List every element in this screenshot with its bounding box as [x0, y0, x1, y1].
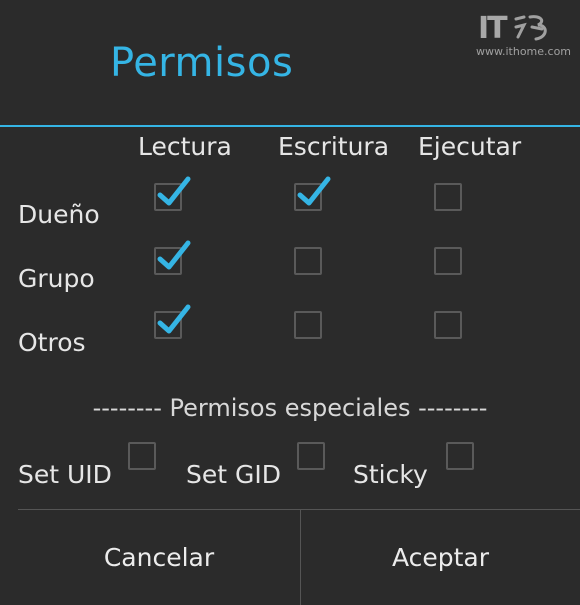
checkbox-group-execute[interactable] [434, 247, 462, 275]
special-label-setgid: Set GID [186, 460, 281, 489]
special-label-setuid: Set UID [18, 460, 112, 489]
row-label-grupo: Grupo [18, 264, 95, 293]
checkbox-others-execute[interactable] [434, 311, 462, 339]
title-divider [0, 125, 580, 127]
checkbox-setuid[interactable] [128, 442, 156, 470]
column-header-lectura: Lectura [138, 132, 232, 161]
checkmark-icon [157, 304, 191, 334]
ithome-mascot-icon [514, 15, 547, 41]
checkbox-owner-execute[interactable] [434, 183, 462, 211]
watermark: IT www.ithome.com [474, 10, 574, 64]
checkbox-group-read[interactable] [154, 240, 191, 275]
ithome-logo: IT [478, 10, 554, 46]
checkbox-others-write[interactable] [294, 311, 322, 339]
accept-button[interactable]: Aceptar [301, 510, 580, 605]
checkbox-group-write[interactable] [294, 247, 322, 275]
special-permissions-header: -------- Permisos especiales -------- [92, 394, 488, 422]
checkmark-icon [157, 240, 191, 270]
watermark-url: www.ithome.com [476, 45, 572, 58]
checkbox-owner-write[interactable] [294, 176, 331, 211]
checkbox-setgid[interactable] [297, 442, 325, 470]
watermark-logo-text: IT [478, 10, 508, 46]
checkmark-icon [297, 176, 331, 206]
row-label-otros: Otros [18, 328, 86, 357]
special-label-sticky: Sticky [353, 460, 428, 489]
column-header-ejecutar: Ejecutar [418, 132, 522, 161]
cancel-button[interactable]: Cancelar [18, 510, 300, 605]
checkbox-owner-read[interactable] [154, 176, 191, 211]
row-label-dueno: Dueño [18, 200, 100, 229]
column-header-escritura: Escritura [278, 132, 390, 161]
checkbox-sticky[interactable] [446, 442, 474, 470]
checkbox-others-read[interactable] [154, 304, 191, 339]
checkmark-icon [157, 176, 191, 206]
dialog-title: Permisos [110, 40, 294, 86]
